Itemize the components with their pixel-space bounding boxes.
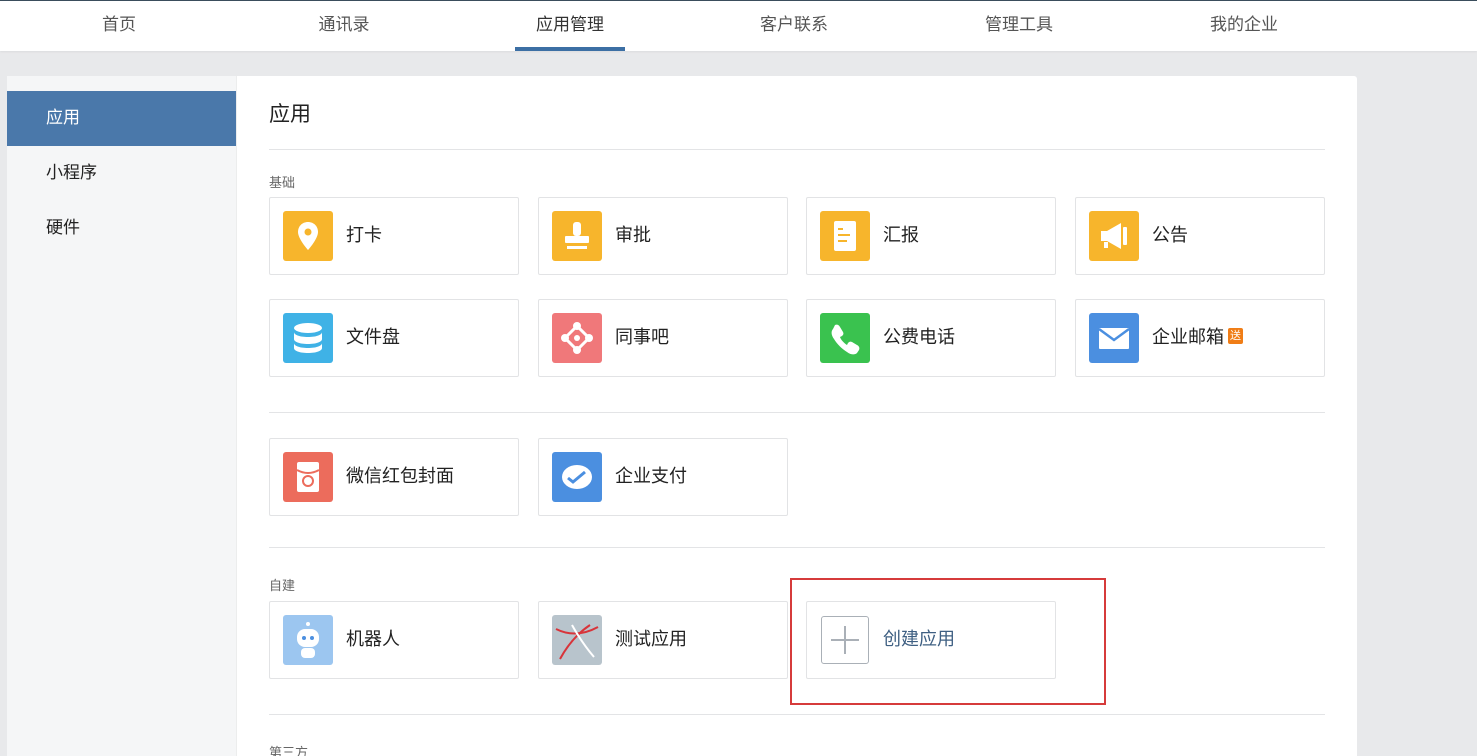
app-card-approval[interactable]: 审批	[538, 197, 788, 275]
location-pin-icon	[283, 211, 333, 261]
app-label: 微信红包封面	[346, 466, 454, 487]
divider	[269, 547, 1325, 548]
app-card-report[interactable]: 汇报	[806, 197, 1056, 275]
wechat-pay-icon	[552, 452, 602, 502]
main-panel: 应用 小程序 硬件 应用 基础 打卡 审批 汇报 公告 文件盘 同事吧 公费电话…	[7, 76, 1357, 756]
sidebar: 应用 小程序 硬件	[7, 76, 237, 756]
app-label: 机器人	[346, 629, 400, 650]
app-label: 企业邮箱送	[1152, 300, 1243, 376]
app-label: 企业支付	[615, 466, 687, 487]
divider	[269, 714, 1325, 715]
red-envelope-icon	[283, 452, 333, 502]
robot-icon	[283, 615, 333, 665]
top-nav-bar: 首页 通讯录 应用管理 客户联系 管理工具 我的企业	[0, 0, 1477, 51]
app-label: 公费电话	[883, 327, 955, 348]
tab-contacts[interactable]: 通讯录	[289, 1, 399, 51]
megaphone-icon	[1089, 211, 1139, 261]
report-icon	[820, 211, 870, 261]
divider	[269, 412, 1325, 413]
section-label-basic: 基础	[269, 176, 296, 191]
app-card-test-app[interactable]: 测试应用	[538, 601, 788, 679]
app-label: 同事吧	[615, 327, 669, 348]
test-app-icon	[552, 615, 602, 665]
app-label: 审批	[615, 225, 651, 246]
tab-management-tools[interactable]: 管理工具	[964, 1, 1074, 51]
highlight-box	[790, 578, 1106, 705]
tab-home[interactable]: 首页	[64, 1, 174, 51]
app-card-enterprise-mail[interactable]: 企业邮箱送	[1075, 299, 1325, 377]
app-card-public-phone[interactable]: 公费电话	[806, 299, 1056, 377]
tab-my-enterprise[interactable]: 我的企业	[1189, 1, 1299, 51]
app-card-colleague-forum[interactable]: 同事吧	[538, 299, 788, 377]
app-card-file-drive[interactable]: 文件盘	[269, 299, 519, 377]
app-label: 测试应用	[615, 629, 687, 650]
section-label-third-party: 第三方	[269, 746, 309, 756]
gift-badge: 送	[1228, 328, 1243, 344]
database-icon	[283, 313, 333, 363]
sidebar-item-hardware[interactable]: 硬件	[7, 201, 236, 256]
app-card-announcement[interactable]: 公告	[1075, 197, 1325, 275]
stamp-icon	[552, 211, 602, 261]
app-label: 文件盘	[346, 327, 400, 348]
app-label: 公告	[1152, 225, 1188, 246]
sidebar-item-apps[interactable]: 应用	[7, 91, 236, 146]
app-card-enterprise-payment[interactable]: 企业支付	[538, 438, 788, 516]
tab-app-management[interactable]: 应用管理	[515, 1, 625, 51]
mail-icon	[1089, 313, 1139, 363]
app-label: 打卡	[346, 225, 382, 246]
app-label-text: 企业邮箱	[1152, 327, 1224, 348]
divider	[269, 149, 1325, 150]
sidebar-item-mini-programs[interactable]: 小程序	[7, 146, 236, 201]
app-card-checkin[interactable]: 打卡	[269, 197, 519, 275]
tab-customer-contact[interactable]: 客户联系	[739, 1, 849, 51]
app-card-robot[interactable]: 机器人	[269, 601, 519, 679]
section-label-custom: 自建	[269, 579, 296, 594]
app-card-red-envelope-cover[interactable]: 微信红包封面	[269, 438, 519, 516]
app-label: 汇报	[883, 225, 919, 246]
page-title: 应用	[269, 102, 311, 126]
network-icon	[552, 313, 602, 363]
phone-icon	[820, 313, 870, 363]
